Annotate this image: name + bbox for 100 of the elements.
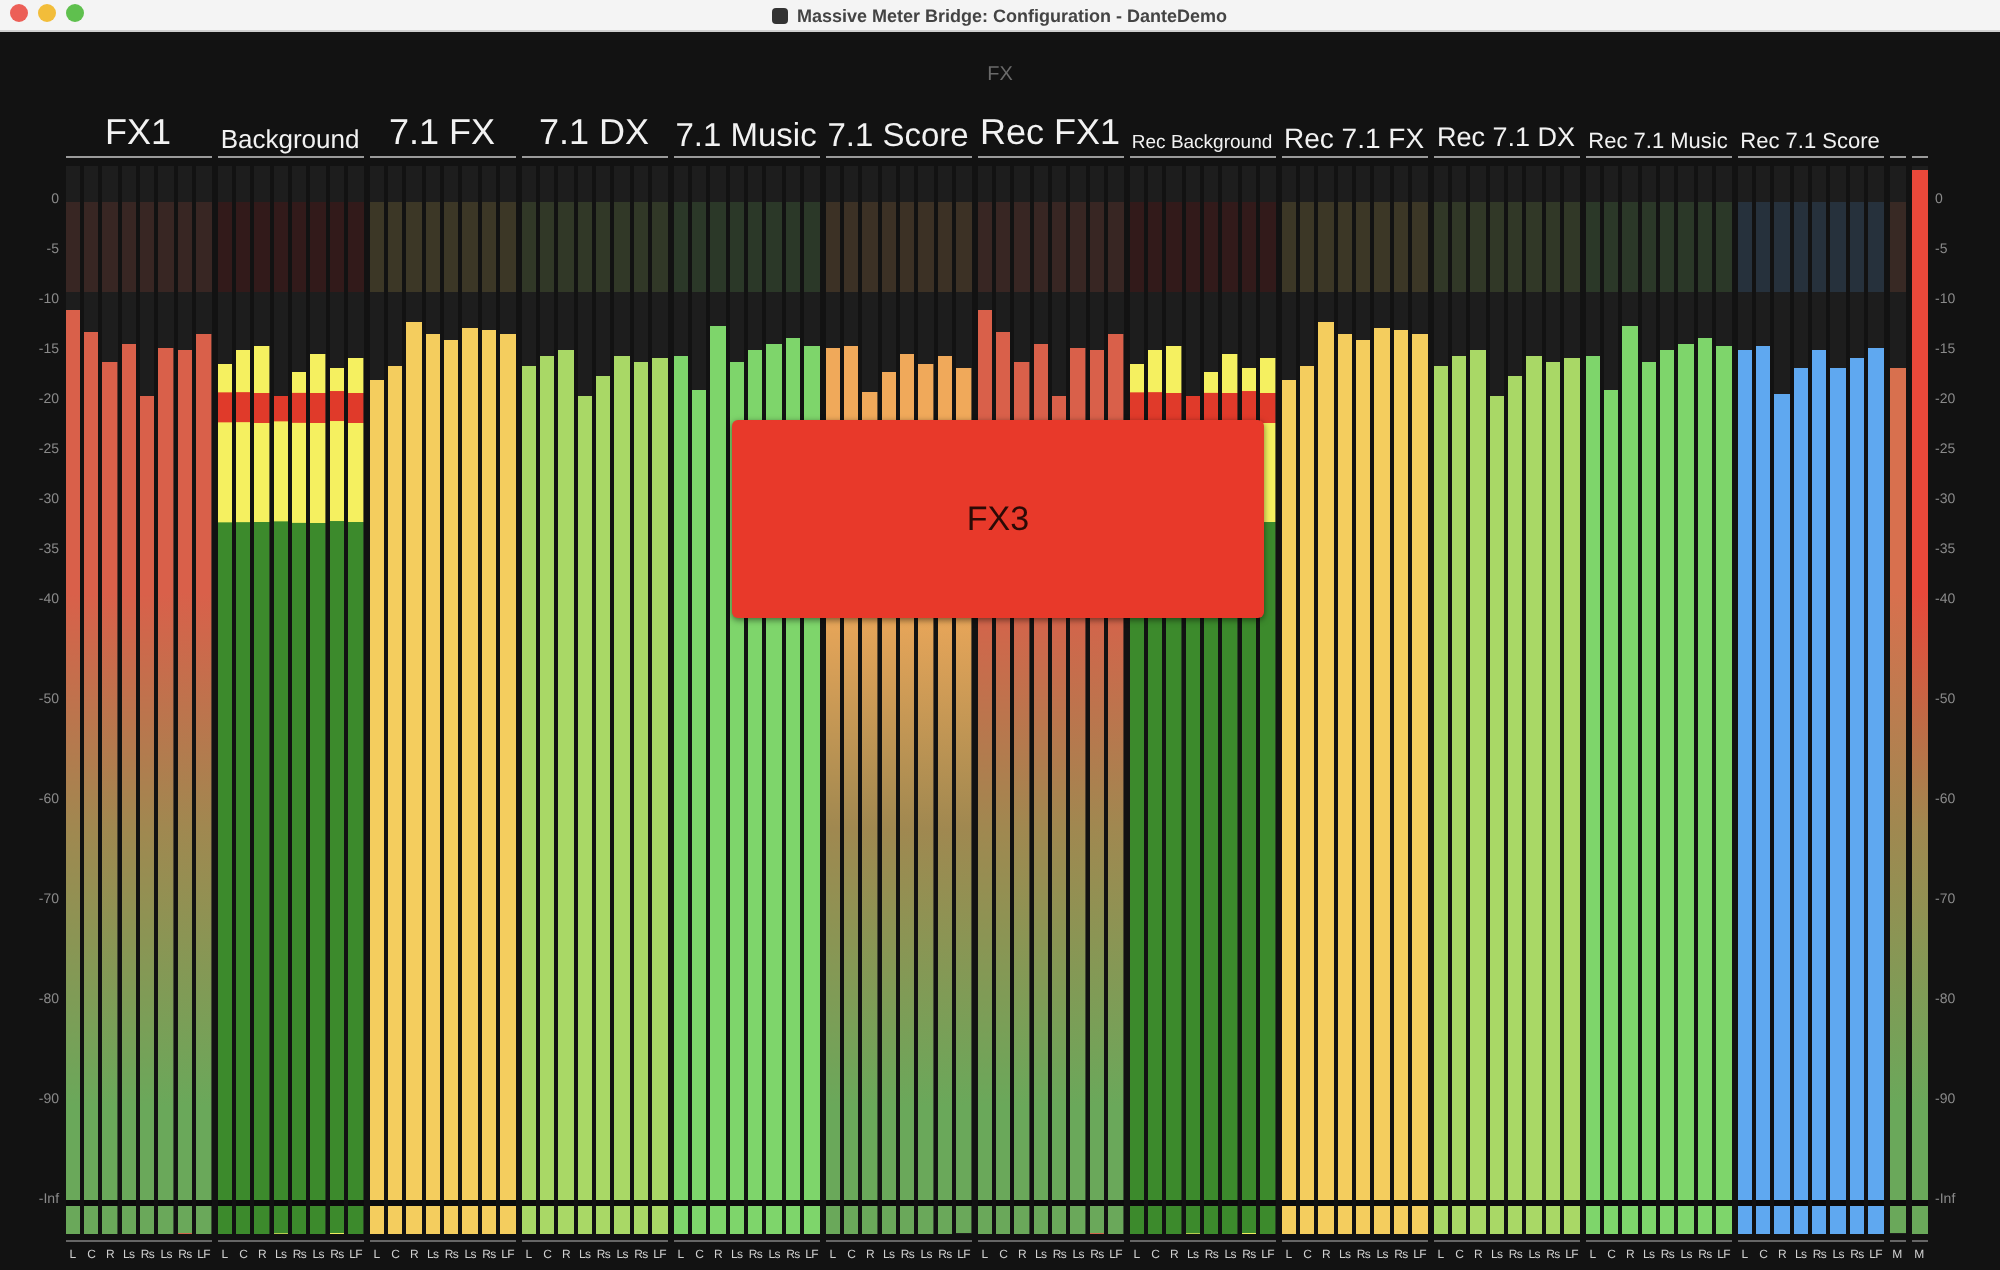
headroom-band bbox=[1356, 202, 1371, 292]
headroom-band bbox=[387, 202, 403, 292]
headroom-band bbox=[1222, 202, 1238, 292]
headroom-band bbox=[1393, 202, 1409, 292]
headroom-band bbox=[1737, 202, 1752, 292]
headroom-band bbox=[539, 202, 555, 292]
headroom-band bbox=[862, 202, 878, 292]
headroom-band bbox=[1014, 202, 1030, 292]
headroom-band bbox=[977, 202, 992, 292]
window-title: Massive Meter Bridge: Configuration - DanteDemo bbox=[796, 5, 1228, 25]
headroom-band bbox=[83, 202, 99, 292]
headroom-band bbox=[121, 202, 137, 292]
headroom-band bbox=[273, 202, 289, 292]
headroom-band bbox=[1470, 202, 1486, 292]
group-title: Rec 7.1 DX bbox=[1437, 124, 1576, 156]
headroom-band bbox=[1830, 202, 1846, 292]
headroom-band bbox=[521, 202, 536, 292]
headroom-band bbox=[673, 202, 688, 292]
headroom-band bbox=[1318, 202, 1334, 292]
headroom-band bbox=[177, 202, 193, 292]
headroom-band bbox=[825, 202, 840, 292]
headroom-band bbox=[65, 202, 80, 292]
headroom-band bbox=[1451, 202, 1467, 292]
headroom-band bbox=[1147, 202, 1163, 292]
headroom-band bbox=[1508, 202, 1523, 292]
group-title: 7.1 FX bbox=[389, 114, 496, 156]
headroom-band bbox=[1660, 202, 1675, 292]
group-title: Rec 7.1 Score bbox=[1740, 129, 1880, 156]
headroom-band bbox=[1433, 202, 1448, 292]
headroom-band bbox=[1129, 202, 1144, 292]
headroom-band bbox=[1374, 202, 1390, 292]
headroom-band bbox=[444, 202, 459, 292]
headroom-band bbox=[1052, 202, 1067, 292]
headroom-band bbox=[918, 202, 934, 292]
headroom-band bbox=[1281, 202, 1296, 292]
group-title: 7.1 DX bbox=[539, 114, 650, 156]
headroom-band bbox=[254, 202, 270, 292]
headroom-band bbox=[1564, 202, 1580, 292]
headroom-band bbox=[348, 202, 364, 292]
headroom-band bbox=[1166, 202, 1182, 292]
headroom-band bbox=[1412, 202, 1428, 292]
headroom-band bbox=[577, 202, 593, 292]
headroom-band bbox=[310, 202, 326, 292]
group-popup[interactable]: FX3 bbox=[732, 420, 1264, 618]
headroom-band bbox=[1260, 202, 1276, 292]
headroom-band bbox=[1070, 202, 1086, 292]
group-title: 7.1 Score bbox=[827, 117, 969, 156]
headroom-band bbox=[1889, 202, 1906, 292]
group-title: Background bbox=[220, 125, 360, 156]
headroom-band bbox=[1793, 202, 1809, 292]
minimize-button[interactable] bbox=[38, 4, 56, 22]
headroom-band bbox=[710, 202, 726, 292]
headroom-band bbox=[596, 202, 611, 292]
headroom-band bbox=[1108, 202, 1124, 292]
headroom-band bbox=[1697, 202, 1713, 292]
headroom-band bbox=[1603, 202, 1619, 292]
close-button[interactable] bbox=[10, 4, 28, 22]
headroom-band bbox=[691, 202, 707, 292]
group-title: 7.1 Music bbox=[675, 117, 817, 156]
headroom-band bbox=[748, 202, 763, 292]
headroom-band bbox=[425, 202, 441, 292]
headroom-band bbox=[937, 202, 953, 292]
headroom-band bbox=[1241, 202, 1257, 292]
headroom-band bbox=[406, 202, 422, 292]
headroom-band bbox=[1526, 202, 1542, 292]
headroom-band bbox=[292, 202, 307, 292]
headroom-band bbox=[729, 202, 745, 292]
headroom-band bbox=[633, 202, 649, 292]
headroom-band bbox=[1868, 202, 1884, 292]
headroom-band bbox=[369, 202, 384, 292]
headroom-band bbox=[1033, 202, 1049, 292]
group-title: Rec 7.1 FX bbox=[1284, 123, 1425, 156]
group-title: Rec FX1 bbox=[980, 114, 1121, 156]
headroom-band bbox=[481, 202, 497, 292]
headroom-band bbox=[804, 202, 820, 292]
headroom-band bbox=[158, 202, 174, 292]
headroom-band bbox=[1622, 202, 1638, 292]
headroom-band bbox=[1774, 202, 1790, 292]
headroom-band bbox=[881, 202, 897, 292]
headroom-band bbox=[1641, 202, 1657, 292]
headroom-band bbox=[1337, 202, 1353, 292]
headroom-band bbox=[1489, 202, 1505, 292]
headroom-band bbox=[1299, 202, 1315, 292]
headroom-band bbox=[558, 202, 574, 292]
headroom-band bbox=[140, 202, 155, 292]
headroom-band bbox=[1185, 202, 1201, 292]
headroom-band bbox=[329, 202, 345, 292]
headroom-band bbox=[766, 202, 782, 292]
headroom-band bbox=[1204, 202, 1219, 292]
headroom-band bbox=[1716, 202, 1732, 292]
headroom-band bbox=[614, 202, 630, 292]
headroom-band bbox=[102, 202, 118, 292]
headroom-band bbox=[900, 202, 915, 292]
zoom-button[interactable] bbox=[66, 4, 84, 22]
panel-title: FX bbox=[987, 63, 1013, 85]
headroom-band bbox=[196, 202, 212, 292]
headroom-band bbox=[1755, 202, 1771, 292]
group-title: Rec Background bbox=[1131, 133, 1273, 156]
headroom-band bbox=[1849, 202, 1865, 292]
headroom-band bbox=[785, 202, 801, 292]
